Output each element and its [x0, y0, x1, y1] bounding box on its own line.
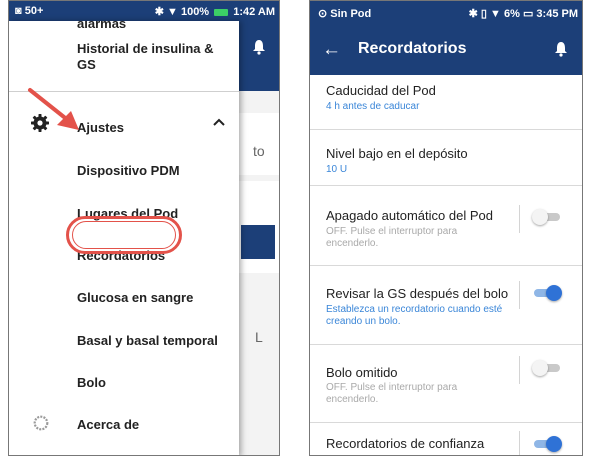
- about-info-icon: [33, 415, 49, 431]
- pod-status-text: Sin Pod: [330, 8, 372, 20]
- setting-title: Apagado automático del Pod: [326, 208, 493, 223]
- menu-item-settings[interactable]: Ajustes: [77, 120, 124, 135]
- setting-title: Caducidad del Pod: [326, 83, 436, 98]
- setting-separator: [519, 431, 520, 455]
- back-arrow-icon[interactable]: ←: [322, 40, 341, 60]
- confidence-reminders-toggle[interactable]: [532, 436, 562, 452]
- menu-item-about[interactable]: Acerca de: [77, 417, 139, 432]
- setting-check-bg-after-bolus: Revisar la GS después del bolo Establezc…: [310, 266, 582, 345]
- status-time: 1:42 AM: [233, 6, 275, 18]
- setting-pod-expiration[interactable]: Caducidad del Pod 4 h antes de caducar: [310, 75, 582, 130]
- battery-icon: ▭: [522, 8, 534, 20]
- setting-separator: [519, 205, 520, 233]
- app-bar: ← Recordatorios: [310, 25, 582, 75]
- battery-icon: [214, 8, 229, 16]
- menu-item-alarms-cutoff[interactable]: alarmas: [77, 21, 126, 29]
- bluetooth-icon: ✱: [468, 8, 478, 20]
- battery-level: 6%: [503, 8, 520, 20]
- setting-missed-bolus: Bolo omitido OFF. Pulse el interruptor p…: [310, 345, 582, 423]
- chevron-up-icon[interactable]: [213, 118, 225, 126]
- background-text: to: [253, 143, 265, 159]
- setting-title: Revisar la GS después del bolo: [326, 286, 509, 301]
- bluetooth-icon: ✱: [154, 6, 164, 18]
- menu-item-insulin-history[interactable]: Historial de insulina & GS: [77, 41, 227, 73]
- setting-value: 10 U: [326, 164, 348, 175]
- pod-auto-off-toggle[interactable]: [532, 209, 562, 225]
- setting-pod-auto-off: Apagado automático del Pod OFF. Pulse el…: [310, 186, 582, 266]
- page-title: Recordatorios: [358, 40, 467, 57]
- menu-item-bolus[interactable]: Bolo: [77, 375, 106, 390]
- left-status-bar: ◙ 50+ ✱ ▼ 100% 1:42 AM: [9, 1, 279, 21]
- notification-count: ◙ 50+: [15, 5, 44, 17]
- wifi-icon: ▼: [490, 8, 501, 20]
- wifi-icon: ▼: [167, 6, 178, 18]
- setting-title: Nivel bajo en el depósito: [326, 146, 468, 161]
- setting-description: OFF. Pulse el interruptor para encenderl…: [326, 226, 458, 249]
- background-text: L: [255, 329, 263, 345]
- setting-low-reservoir[interactable]: Nivel bajo en el depósito 10 U: [310, 130, 582, 186]
- pod-status-icon: ⊙: [318, 8, 328, 20]
- setting-title: Recordatorios de confianza: [326, 436, 485, 451]
- setting-description: OFF. Pulse el interruptor para encenderl…: [326, 382, 458, 405]
- setting-description: Establezca un recordatorio cuando esté c…: [326, 304, 503, 327]
- setting-title: Bolo omitido: [326, 365, 398, 380]
- right-status-bar: ⊙ Sin Pod ✱ ▯ ▼ 6% ▭ 3:45 PM: [310, 1, 582, 25]
- vibrate-icon: ▯: [480, 8, 487, 20]
- left-phone-screen: ◙ 50+ ✱ ▼ 100% 1:42 AM to L alarmas Hist…: [8, 0, 280, 456]
- highlight-ring-inner: [72, 221, 176, 249]
- bell-icon[interactable]: [252, 39, 266, 55]
- setting-separator: [519, 281, 520, 309]
- right-phone-screen: ⊙ Sin Pod ✱ ▯ ▼ 6% ▭ 3:45 PM ← Recordato…: [309, 0, 583, 456]
- battery-level: 100%: [180, 6, 210, 18]
- bell-icon[interactable]: [554, 41, 568, 57]
- status-time: 3:45 PM: [536, 8, 578, 20]
- check-bg-toggle[interactable]: [532, 285, 562, 301]
- pointer-arrow-icon: [28, 88, 79, 130]
- background-button: [241, 225, 275, 259]
- setting-confidence-reminders: Recordatorios de confianza: [310, 423, 582, 455]
- menu-item-basal[interactable]: Basal y basal temporal: [77, 333, 218, 348]
- menu-item-blood-glucose[interactable]: Glucosa en sangre: [77, 290, 193, 305]
- menu-item-pdm-device[interactable]: Dispositivo PDM: [77, 163, 180, 178]
- setting-value: 4 h antes de caducar: [326, 101, 420, 112]
- missed-bolus-toggle[interactable]: [532, 360, 562, 376]
- setting-separator: [519, 356, 520, 384]
